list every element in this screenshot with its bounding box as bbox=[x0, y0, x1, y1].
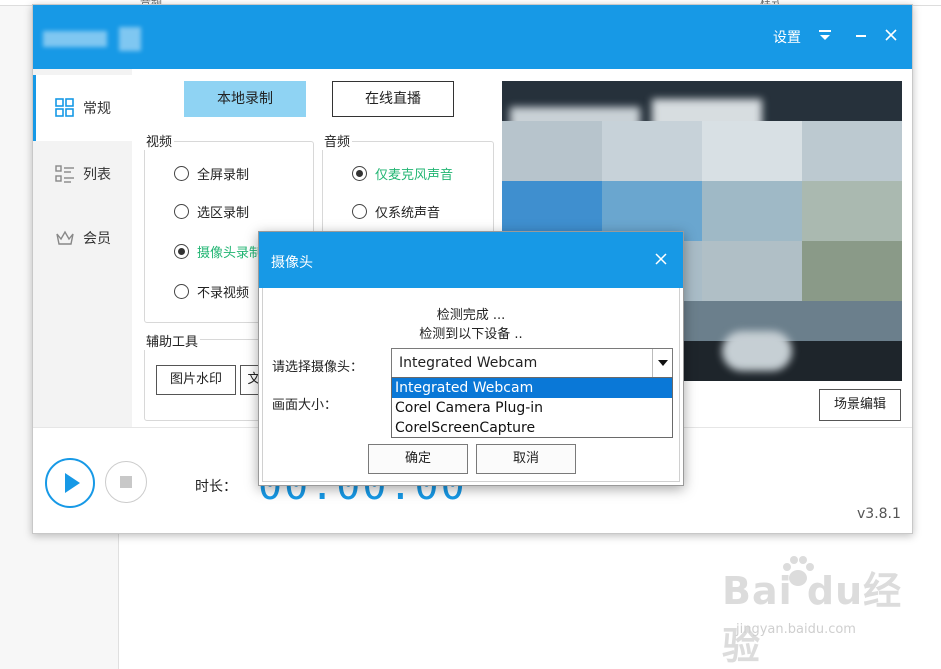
live-stream-tab[interactable]: 在线直播 bbox=[332, 81, 454, 117]
dialog-title: 摄像头 bbox=[271, 255, 313, 271]
radio-label: 不录视频 bbox=[197, 286, 250, 301]
radio-label: 选区录制 bbox=[197, 206, 250, 221]
dropdown-arrow-icon[interactable] bbox=[652, 349, 672, 377]
cancel-button[interactable]: 取消 bbox=[476, 444, 576, 474]
duration-label: 时长： bbox=[195, 479, 237, 495]
image-watermark-button[interactable]: 图片水印 bbox=[156, 365, 236, 395]
title-bar[interactable]: 设置 bbox=[33, 5, 912, 69]
camera-select[interactable]: Integrated Webcam bbox=[391, 348, 673, 378]
select-camera-label: 请选择摄像头： bbox=[272, 360, 364, 375]
watermark-url: jingyan.baidu.com bbox=[736, 622, 856, 637]
menu-dropdown-icon[interactable] bbox=[815, 25, 835, 47]
radio-camera[interactable]: 摄像头录制 bbox=[174, 242, 262, 261]
radio-button[interactable] bbox=[174, 166, 189, 181]
sidebar-item-label: 常规 bbox=[83, 101, 111, 117]
crown-icon bbox=[56, 230, 74, 245]
app-logo-blurred bbox=[43, 27, 143, 53]
grid-icon bbox=[55, 98, 74, 117]
camera-select-value: Integrated Webcam bbox=[399, 355, 538, 371]
radio-button-selected[interactable] bbox=[174, 244, 189, 259]
dropdown-option-corel-screen-capture[interactable]: CorelScreenCapture bbox=[392, 418, 672, 438]
frame-size-label: 画面大小： bbox=[272, 398, 338, 413]
paw-icon bbox=[783, 556, 814, 586]
radio-mic-only[interactable]: 仅麦克风声音 bbox=[352, 164, 453, 183]
camera-dialog: 摄像头 检测完成 ... 检测到以下设备 .. 请选择摄像头： 画面大小： In… bbox=[258, 231, 684, 486]
watermark-logo: Bai du经验 bbox=[722, 569, 903, 668]
radio-no-video[interactable]: 不录视频 bbox=[174, 282, 249, 301]
scene-edit-button[interactable]: 场景编辑 bbox=[819, 389, 901, 421]
radio-label: 摄像头录制 bbox=[197, 246, 263, 261]
stop-icon bbox=[120, 476, 132, 488]
ok-button[interactable]: 确定 bbox=[368, 444, 468, 474]
radio-button[interactable] bbox=[352, 204, 367, 219]
sidebar-item-vip[interactable]: 会员 bbox=[33, 205, 132, 271]
stop-button[interactable] bbox=[105, 461, 147, 503]
radio-button[interactable] bbox=[174, 284, 189, 299]
camera-dropdown-list: Integrated Webcam Corel Camera Plug-in C… bbox=[391, 377, 673, 438]
sidebar-item-list[interactable]: 列表 bbox=[33, 141, 132, 207]
baidu-watermark: Bai du经验 jingyan.baidu.com bbox=[722, 556, 937, 668]
radio-label: 全屏录制 bbox=[197, 168, 250, 183]
dropdown-option-integrated-webcam[interactable]: Integrated Webcam bbox=[392, 378, 672, 398]
dialog-title-bar[interactable]: 摄像头 bbox=[259, 232, 683, 288]
sidebar-item-general[interactable]: 常规 bbox=[33, 75, 132, 141]
tools-group-title: 辅助工具 bbox=[144, 331, 201, 350]
list-icon bbox=[55, 165, 74, 183]
play-button[interactable] bbox=[45, 458, 95, 508]
sidebar: 常规 列表 会员 bbox=[33, 69, 132, 427]
close-icon[interactable] bbox=[881, 25, 901, 47]
radio-system-only[interactable]: 仅系统声音 bbox=[352, 202, 440, 221]
radio-button[interactable] bbox=[174, 204, 189, 219]
dialog-close-icon[interactable] bbox=[655, 250, 667, 269]
play-icon bbox=[65, 473, 80, 493]
detect-complete-message: 检测完成 ... bbox=[436, 308, 506, 323]
minimize-icon[interactable] bbox=[851, 25, 871, 47]
sidebar-item-label: 会员 bbox=[83, 231, 111, 247]
radio-button-selected[interactable] bbox=[352, 166, 367, 181]
version-label: v3.8.1 bbox=[857, 506, 901, 522]
sidebar-item-label: 列表 bbox=[83, 167, 111, 183]
radio-region[interactable]: 选区录制 bbox=[174, 202, 249, 221]
local-record-tab[interactable]: 本地录制 bbox=[184, 81, 306, 117]
radio-fullscreen[interactable]: 全屏录制 bbox=[174, 164, 249, 183]
audio-group-title: 音频 bbox=[322, 131, 353, 150]
video-group-title: 视频 bbox=[144, 131, 175, 150]
detected-devices-message: 检测到以下设备 .. bbox=[419, 327, 523, 342]
settings-button[interactable]: 设置 bbox=[773, 27, 801, 47]
dropdown-option-corel-camera-plugin[interactable]: Corel Camera Plug-in bbox=[392, 398, 672, 418]
radio-label: 仅系统声音 bbox=[375, 206, 441, 221]
radio-label: 仅麦克风声音 bbox=[375, 168, 454, 183]
